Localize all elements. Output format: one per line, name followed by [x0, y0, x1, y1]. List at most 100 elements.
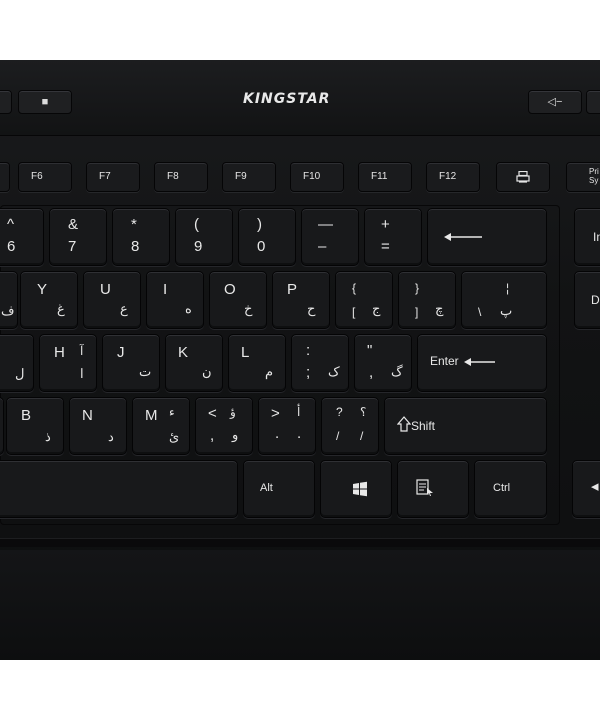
key-equals[interactable]: + = — [364, 208, 422, 266]
key-v-partial[interactable] — [0, 397, 4, 455]
palm-rest — [0, 550, 600, 660]
arrow-left-icon — [444, 233, 482, 241]
key-m-persian: ئ — [169, 429, 180, 444]
key-u[interactable]: U ع — [83, 271, 141, 329]
key-0-top: ) — [257, 216, 262, 233]
key-k[interactable]: K ن — [165, 334, 223, 392]
key-o-persian: خ — [244, 301, 253, 316]
media-key-right-partial[interactable] — [586, 90, 600, 114]
print-screen-key-partial[interactable]: Pri Sy — [566, 162, 600, 192]
key-period-persian-top: أ — [297, 405, 301, 419]
ctrl-key[interactable]: Ctrl — [474, 460, 547, 518]
key-y[interactable]: Y غ — [20, 271, 78, 329]
key-8[interactable]: * 8 — [112, 208, 170, 266]
insert-label: In — [593, 230, 600, 244]
key-slash-top: ? — [336, 405, 343, 419]
f12-key[interactable]: F12 — [426, 162, 480, 192]
key-comma-persian-top: ؤ — [230, 405, 236, 419]
key-semicolon-bottom: ; — [306, 364, 311, 381]
key-7-top: & — [68, 216, 79, 233]
f9-label: F9 — [235, 171, 247, 182]
key-l-latin: L — [241, 344, 250, 361]
key-m-persian-top: ء — [169, 405, 175, 419]
shift-arrow-icon — [397, 416, 411, 432]
key-h-latin: H — [54, 344, 65, 361]
key-p[interactable]: P ح — [272, 271, 330, 329]
key-b[interactable]: B ذ — [6, 397, 64, 455]
f12-label: F12 — [439, 171, 457, 182]
key-o[interactable]: O خ — [209, 271, 267, 329]
key-equals-bottom: = — [381, 238, 390, 255]
enter-key[interactable]: Enter — [417, 334, 547, 392]
key-quote[interactable]: " , گ — [354, 334, 412, 392]
delete-key-partial[interactable]: D — [574, 271, 600, 329]
key-b-persian: ذ — [45, 429, 51, 444]
key-n[interactable]: N د — [69, 397, 127, 455]
key-p-persian: ح — [307, 301, 316, 316]
key-backslash-bottom: \ — [478, 305, 482, 319]
context-menu-icon — [416, 479, 433, 496]
print-screen-label: Pri Sy — [589, 167, 599, 185]
key-7[interactable]: & 7 — [49, 208, 107, 266]
key-period[interactable]: > أ . . — [258, 397, 316, 455]
key-6[interactable]: ^ 6 — [0, 208, 44, 266]
key-left-bracket[interactable]: { [ ج — [335, 271, 393, 329]
key-g-partial[interactable]: ل — [0, 334, 34, 392]
media-key-left-partial[interactable] — [0, 90, 12, 114]
key-comma-bottom: , — [210, 427, 215, 444]
key-slash[interactable]: ? ؟ / / — [321, 397, 379, 455]
key-h-persian: ا — [80, 366, 84, 381]
key-h[interactable]: H آ ا — [39, 334, 97, 392]
key-period-bottom: . — [275, 425, 280, 442]
alt-key[interactable]: Alt — [243, 460, 315, 518]
key-comma[interactable]: < ؤ , و — [195, 397, 253, 455]
key-h-persian-top: آ — [80, 344, 84, 358]
key-i-persian: ه — [185, 301, 192, 316]
key-equals-top: + — [381, 216, 390, 233]
key-l[interactable]: L م — [228, 334, 286, 392]
f7-key[interactable]: F7 — [86, 162, 140, 192]
f9-key[interactable]: F9 — [222, 162, 276, 192]
brand-logo: KINGSTAR — [243, 91, 331, 107]
arrow-left-key-partial[interactable]: ◂ — [572, 460, 600, 518]
key-9[interactable]: ( 9 — [175, 208, 233, 266]
key-j[interactable]: J ت — [102, 334, 160, 392]
key-o-latin: O — [224, 281, 236, 298]
f8-label: F8 — [167, 171, 179, 182]
key-i[interactable]: I ه — [146, 271, 204, 329]
printer-icon — [516, 171, 530, 183]
printer-key[interactable] — [496, 162, 550, 192]
backspace-key[interactable] — [427, 208, 547, 266]
windows-key[interactable] — [320, 460, 392, 518]
menu-key[interactable] — [397, 460, 469, 518]
f7-label: F7 — [99, 171, 111, 182]
f10-key[interactable]: F10 — [290, 162, 344, 192]
stop-key[interactable]: ■ — [18, 90, 72, 114]
key-9-bottom: 9 — [194, 238, 203, 255]
key-semicolon-persian: ک — [328, 364, 340, 379]
key-backslash[interactable]: ¦ \ پ — [461, 271, 547, 329]
f5-key-partial[interactable] — [0, 162, 10, 192]
key-backslash-top: ¦ — [506, 281, 510, 295]
key-semicolon[interactable]: : ; ک — [291, 334, 349, 392]
spacebar[interactable] — [0, 460, 238, 518]
volume-down-key[interactable]: ◁− — [528, 90, 582, 114]
key-right-bracket[interactable]: } ] چ — [398, 271, 456, 329]
key-quote-top: " — [367, 342, 373, 359]
insert-key-partial[interactable]: In — [574, 208, 600, 266]
f6-key[interactable]: F6 — [18, 162, 72, 192]
f11-key[interactable]: F11 — [358, 162, 412, 192]
key-minus[interactable]: — – — [301, 208, 359, 266]
ctrl-label: Ctrl — [493, 482, 511, 494]
f8-key[interactable]: F8 — [154, 162, 208, 192]
enter-label: Enter — [430, 354, 459, 368]
key-right-bracket-persian: چ — [435, 301, 444, 316]
key-0[interactable]: ) 0 — [238, 208, 296, 266]
shift-key[interactable]: Shift — [384, 397, 547, 455]
key-k-persian: ن — [202, 364, 212, 379]
key-quote-persian: گ — [391, 364, 403, 379]
key-p-latin: P — [287, 281, 298, 298]
key-t-partial[interactable]: ف — [0, 271, 18, 329]
key-backslash-persian: پ — [500, 303, 513, 318]
key-m[interactable]: M ء ئ — [132, 397, 190, 455]
